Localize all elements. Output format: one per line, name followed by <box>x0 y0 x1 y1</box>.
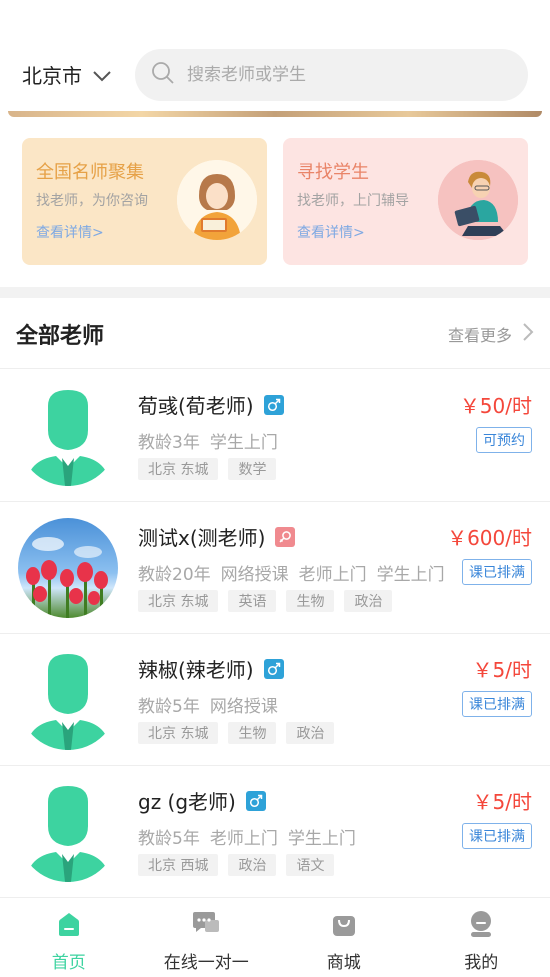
section-title: 全部老师 <box>16 324 105 349</box>
teacher-tags: 北京 东城 数学 <box>138 458 286 480</box>
teacher-meta-item: 教龄20年 <box>138 565 211 585</box>
view-more-link[interactable]: 查看更多 <box>448 322 534 346</box>
city-selector[interactable]: 北京市 <box>22 60 112 89</box>
promo-card-title: 全国名师聚集 <box>36 162 144 183</box>
male-icon <box>263 658 284 679</box>
teacher-name-line: 荀彧(荀老师) <box>138 390 284 419</box>
default-avatar-icon <box>18 782 118 882</box>
teacher-tag: 北京 东城 <box>138 590 219 612</box>
teacher-tag: 政治 <box>344 590 393 612</box>
search-bar[interactable] <box>135 49 528 101</box>
male-icon <box>263 394 284 415</box>
teacher-tag: 政治 <box>228 854 277 876</box>
teacher-meta: 教龄5年 网络授课 <box>138 692 288 717</box>
teacher-tag: 政治 <box>286 722 335 744</box>
teacher-name: 辣椒(辣老师) <box>138 658 254 682</box>
avatar-photo <box>18 518 118 618</box>
default-avatar-icon <box>18 650 118 750</box>
teacher-tags: 北京 东城 生物 政治 <box>138 722 344 744</box>
teacher-meta: 教龄5年 老师上门 学生上门 <box>138 824 366 849</box>
promo-cards: 全国名师聚集 找老师，为你咨询 查看详情> 寻找学生 找老师，上门辅导 查看详情… <box>0 117 550 287</box>
promo-card-students[interactable]: 寻找学生 找老师，上门辅导 查看详情> <box>283 138 528 265</box>
nav-label: 我的 <box>464 953 499 973</box>
chat-icon <box>191 910 221 942</box>
status-badge[interactable]: 课已排满 <box>462 823 532 849</box>
teacher-meta-item: 学生上门 <box>209 433 278 453</box>
teacher-price: ￥600/时 <box>447 526 532 550</box>
promo-card-subtitle: 找老师，上门辅导 <box>297 193 409 209</box>
profile-icon <box>467 910 495 942</box>
promo-card-title: 寻找学生 <box>297 162 369 183</box>
teacher-tag: 生物 <box>286 590 335 612</box>
city-label: 北京市 <box>22 64 82 88</box>
teacher-meta-item: 老师上门 <box>298 565 367 585</box>
default-avatar-icon <box>18 386 118 486</box>
student-illustration-icon <box>438 160 518 240</box>
teacher-row[interactable]: gz (g老师) 教龄5年 老师上门 学生上门 北京 西城 政治 语文 ￥5/时 课… <box>0 766 550 898</box>
teacher-name: gz (g老师) <box>138 790 236 814</box>
teacher-tags: 北京 西城 政治 语文 <box>138 854 344 876</box>
teacher-tag: 北京 东城 <box>138 458 219 480</box>
nav-label: 首页 <box>51 953 86 973</box>
promo-card-teachers[interactable]: 全国名师聚集 找老师，为你咨询 查看详情> <box>22 138 267 265</box>
teacher-name-line: gz (g老师) <box>138 786 266 815</box>
teacher-tag: 英语 <box>228 590 277 612</box>
teacher-meta-item: 教龄5年 <box>138 829 200 849</box>
male-icon <box>245 790 266 811</box>
teacher-meta: 教龄20年 网络授课 老师上门 学生上门 <box>138 560 455 585</box>
teacher-price: ￥5/时 <box>472 658 532 682</box>
teacher-row[interactable]: 测试x(测老师) 教龄20年 网络授课 老师上门 学生上门 北京 东城 英语 生物 政… <box>0 502 550 634</box>
home-icon <box>55 910 83 942</box>
teacher-tag: 语文 <box>286 854 335 876</box>
status-badge[interactable]: 课已排满 <box>462 691 532 717</box>
teacher-name: 测试x(测老师) <box>138 526 266 550</box>
teacher-price: ￥5/时 <box>472 790 532 814</box>
promo-card-link[interactable]: 查看详情> <box>36 222 104 242</box>
teacher-tag: 数学 <box>228 458 277 480</box>
teacher-illustration-icon <box>177 160 257 240</box>
nav-item-home[interactable]: 首页 <box>0 898 138 977</box>
teacher-meta-item: 教龄3年 <box>138 433 200 453</box>
section-divider <box>0 287 550 298</box>
status-badge[interactable]: 可预约 <box>476 427 532 453</box>
teacher-name: 荀彧(荀老师) <box>138 394 254 418</box>
teacher-meta-item: 网络授课 <box>209 697 278 717</box>
search-input[interactable] <box>187 65 487 85</box>
chevron-right-icon <box>512 322 534 346</box>
teacher-meta-item: 学生上门 <box>376 565 445 585</box>
nav-label: 商城 <box>326 953 361 973</box>
promo-card-subtitle: 找老师，为你咨询 <box>36 193 148 209</box>
teacher-meta-item: 学生上门 <box>287 829 356 849</box>
teacher-meta-item: 老师上门 <box>209 829 278 849</box>
nav-label: 在线一对一 <box>163 953 249 973</box>
teacher-meta: 教龄3年 学生上门 <box>138 428 288 453</box>
nav-item-online[interactable]: 在线一对一 <box>138 898 276 977</box>
status-badge[interactable]: 课已排满 <box>462 559 532 585</box>
teacher-tags: 北京 东城 英语 生物 政治 <box>138 590 402 612</box>
teacher-row[interactable]: 辣椒(辣老师) 教龄5年 网络授课 北京 东城 生物 政治 ￥5/时 课已排满 <box>0 634 550 766</box>
view-more-label: 查看更多 <box>447 326 512 345</box>
teacher-row[interactable]: 荀彧(荀老师) 教龄3年 学生上门 北京 东城 数学 ￥50/时 可预约 <box>0 370 550 502</box>
nav-item-profile[interactable]: 我的 <box>413 898 550 977</box>
female-icon <box>275 526 296 547</box>
top-header: 北京市 <box>0 0 550 114</box>
nav-item-shop[interactable]: 商城 <box>275 898 413 977</box>
bottom-nav: 首页 在线一对一 商城 我的 <box>0 897 550 977</box>
shop-bag-icon <box>330 910 358 942</box>
chevron-down-icon <box>92 63 112 87</box>
teacher-meta-item: 教龄5年 <box>138 697 200 717</box>
teacher-tag: 北京 西城 <box>138 854 219 876</box>
teacher-price: ￥50/时 <box>459 394 532 418</box>
teacher-name-line: 辣椒(辣老师) <box>138 654 284 683</box>
search-icon <box>151 61 175 89</box>
teacher-tag: 北京 东城 <box>138 722 219 744</box>
promo-card-link[interactable]: 查看详情> <box>297 222 365 242</box>
teacher-meta-item: 网络授课 <box>220 565 289 585</box>
teacher-tag: 生物 <box>228 722 277 744</box>
teacher-name-line: 测试x(测老师) <box>138 522 296 551</box>
teacher-section-header: 全部老师 查看更多 <box>0 298 550 369</box>
